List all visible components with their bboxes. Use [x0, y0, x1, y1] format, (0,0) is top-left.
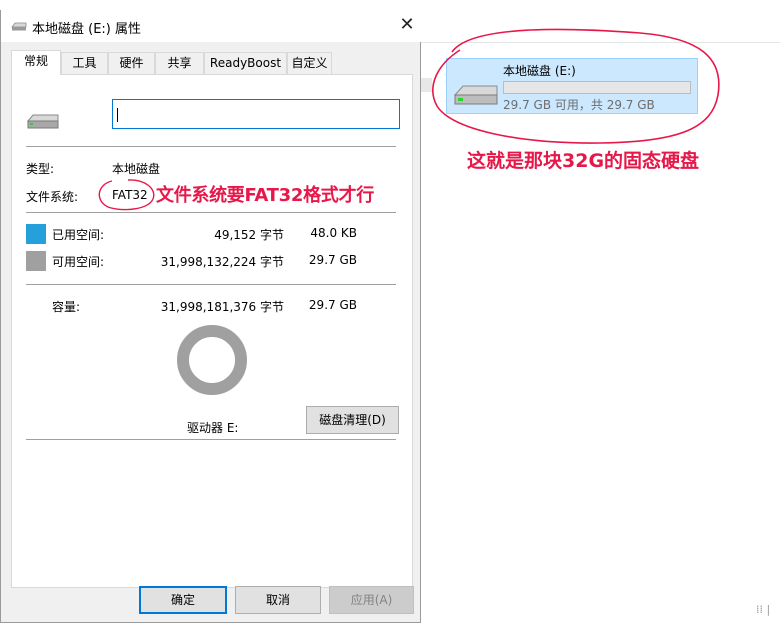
divider: [26, 146, 396, 147]
tab-general[interactable]: 常规: [11, 50, 61, 75]
tab-tools[interactable]: 工具: [61, 52, 108, 74]
drive-letter-label: 驱动器 E:: [187, 421, 239, 435]
drive-tile-name: 本地磁盘 (E:): [503, 64, 576, 78]
corner-glyph: ⁞⁞ |: [756, 603, 771, 616]
drive-usage-bar: [503, 81, 691, 94]
tab-customize[interactable]: 自定义: [287, 52, 332, 74]
explorer-scroll-stub: [420, 78, 432, 92]
usage-donut-chart: [177, 325, 247, 395]
filesystem-value: FAT32: [112, 188, 148, 202]
dialog-titlebar: 本地磁盘 (E:) 属性 ✕: [1, 10, 421, 42]
capacity-bytes: 31,998,181,376 字节: [160, 300, 284, 314]
free-space-swatch: [26, 251, 46, 271]
ok-button[interactable]: 确定: [139, 586, 227, 614]
tab-hardware[interactable]: 硬件: [108, 52, 155, 74]
properties-dialog: 本地磁盘 (E:) 属性 ✕ 常规 工具 硬件 共享 ReadyBoost 自定…: [0, 10, 421, 623]
capacity-size: 29.7 GB: [308, 298, 357, 312]
apply-button[interactable]: 应用(A): [329, 586, 414, 614]
type-value: 本地磁盘: [112, 162, 161, 176]
used-space-label: 已用空间:: [52, 228, 105, 242]
annotation-filesystem-note: 文件系统要FAT32格式才行: [156, 185, 374, 206]
explorer-divider: [420, 42, 780, 43]
hard-drive-icon: [453, 85, 498, 105]
free-space-label: 可用空间:: [52, 255, 105, 269]
drive-tile-e[interactable]: 本地磁盘 (E:) 29.7 GB 可用，共 29.7 GB: [446, 58, 698, 114]
used-space-swatch: [26, 224, 46, 244]
filesystem-label: 文件系统:: [26, 190, 79, 204]
divider: [26, 212, 396, 213]
drive-name-input[interactable]: [112, 99, 400, 129]
cancel-button[interactable]: 取消: [235, 586, 321, 614]
drive-tile-free-text: 29.7 GB 可用，共 29.7 GB: [503, 98, 655, 112]
drive-title-icon: [11, 22, 27, 31]
general-panel: 类型: 本地磁盘 文件系统: FAT32 已用空间: 49,152 字节 48.…: [11, 74, 413, 588]
disk-cleanup-button[interactable]: 磁盘清理(D): [306, 406, 399, 434]
tab-readyboost[interactable]: ReadyBoost: [204, 52, 287, 74]
free-space-bytes: 31,998,132,224 字节: [160, 255, 284, 269]
divider: [26, 284, 396, 285]
divider: [26, 439, 396, 440]
annotation-drive-note: 这就是那块32G的固态硬盘: [467, 150, 700, 172]
close-icon[interactable]: ✕: [396, 14, 418, 36]
free-space-size: 29.7 GB: [308, 253, 357, 267]
used-space-bytes: 49,152 字节: [214, 228, 284, 242]
used-space-size: 48.0 KB: [310, 226, 357, 240]
type-label: 类型:: [26, 162, 55, 176]
capacity-label: 容量:: [52, 300, 81, 314]
dialog-title: 本地磁盘 (E:) 属性: [32, 22, 142, 37]
tab-sharing[interactable]: 共享: [155, 52, 204, 74]
hard-drive-icon: [27, 114, 59, 129]
